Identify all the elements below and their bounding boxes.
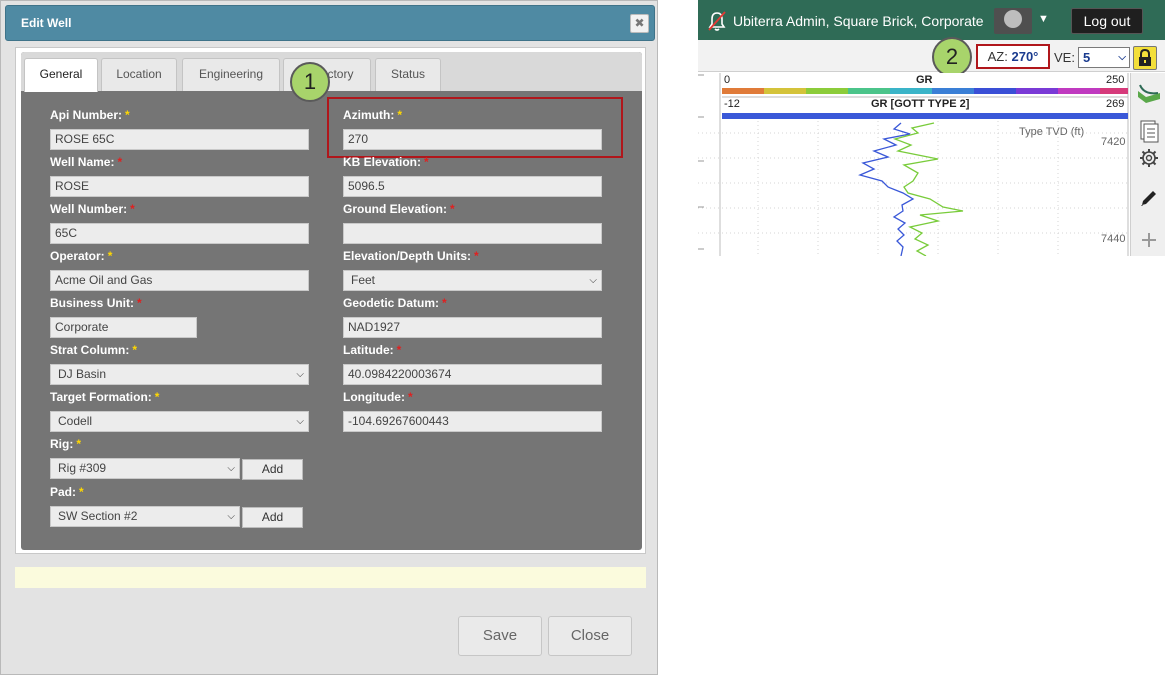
- type-tvd-label: Type TVD (ft): [1019, 126, 1085, 138]
- latitude-field[interactable]: 40.0984220003674: [343, 364, 602, 385]
- chevron-down-icon: ⌵: [296, 416, 304, 427]
- caret-down-icon[interactable]: ▼: [1038, 13, 1049, 25]
- elevation-depth-units-label: Elevation/Depth Units: *: [343, 249, 479, 263]
- az-value: 270°: [1011, 49, 1039, 64]
- gr-max: 250: [1106, 74, 1125, 86]
- callout-1: 1: [290, 62, 330, 102]
- save-button[interactable]: Save: [458, 616, 542, 656]
- strat-column-label: Strat Column: *: [50, 343, 138, 357]
- geodetic-datum-field[interactable]: NAD1927: [343, 317, 602, 338]
- az-label: AZ:: [987, 49, 1008, 64]
- logout-button[interactable]: Log out: [1071, 8, 1143, 34]
- operator-field[interactable]: Acme Oil and Gas: [50, 270, 309, 291]
- well-name-field[interactable]: ROSE: [50, 176, 309, 197]
- dialog-title: Edit Well: [21, 16, 72, 30]
- app-header: Ubiterra Admin, Square Brick, Corporate …: [698, 0, 1165, 40]
- elevation-depth-units-select[interactable]: Feet ⌵: [343, 270, 602, 291]
- well-name-label: Well Name: *: [50, 155, 123, 169]
- user-info: Ubiterra Admin, Square Brick, Corporate: [733, 13, 984, 29]
- depth-tick: 7420: [1101, 136, 1126, 148]
- chevron-down-icon: ⌵: [1118, 52, 1126, 63]
- tab-strip: General Location Engineering Trajectory …: [21, 52, 642, 92]
- pad-label: Pad: *: [50, 485, 84, 499]
- message-bar: [15, 567, 646, 588]
- target-formation-value: Codell: [58, 414, 93, 428]
- strat-column-select[interactable]: DJ Basin ⌵: [50, 364, 309, 385]
- rig-select[interactable]: Rig #309 ⌵: [50, 458, 240, 479]
- chevron-down-icon: ⌵: [227, 463, 235, 474]
- app-panel: Ubiterra Admin, Square Brick, Corporate …: [698, 0, 1165, 257]
- well-number-label: Well Number: *: [50, 202, 135, 216]
- longitude-label: Longitude: *: [343, 390, 413, 404]
- gr-name: GR: [916, 74, 933, 86]
- plus-icon[interactable]: [1139, 230, 1159, 250]
- api-number-field[interactable]: ROSE 65C: [50, 129, 309, 150]
- rig-label: Rig: *: [50, 437, 81, 451]
- avatar[interactable]: ▼: [994, 8, 1049, 34]
- strat-column-value: DJ Basin: [58, 367, 107, 381]
- kb-elevation-label: KB Elevation: *: [343, 155, 429, 169]
- depth-tick: 7440: [1101, 233, 1126, 245]
- chevron-down-icon: ⌵: [589, 275, 597, 286]
- well-number-field[interactable]: 65C: [50, 223, 309, 244]
- gr-min: 0: [724, 74, 731, 86]
- side-tool-strip: [1130, 73, 1165, 256]
- user-icon: [1004, 10, 1022, 28]
- tab-location[interactable]: Location: [101, 58, 177, 91]
- rig-value: Rig #309: [58, 461, 107, 475]
- operator-label: Operator: *: [50, 249, 113, 263]
- longitude-field[interactable]: -104.69267600443: [343, 411, 602, 432]
- ve-label: VE:: [1054, 50, 1075, 65]
- add-rig-button[interactable]: Add: [242, 459, 303, 480]
- chevron-down-icon: ⌵: [227, 511, 235, 522]
- tab-general[interactable]: General: [24, 58, 98, 92]
- chevron-down-icon: ⌵: [296, 369, 304, 380]
- log-track-area[interactable]: 0 GR 250 -12 GR [GOTT TYPE 2] 269 Type T…: [698, 73, 1130, 257]
- gr-gott-max: 269: [1106, 98, 1125, 110]
- business-unit-label: Business Unit: *: [50, 296, 142, 310]
- pad-select[interactable]: SW Section #2 ⌵: [50, 506, 240, 527]
- close-icon[interactable]: ✖: [630, 14, 649, 33]
- dialog-titlebar[interactable]: Edit Well ✖: [5, 5, 655, 41]
- business-unit-field[interactable]: Corporate: [50, 317, 197, 338]
- lock-button[interactable]: [1133, 46, 1157, 70]
- azimuth-highlight: [327, 97, 623, 158]
- kb-elevation-field[interactable]: 5096.5: [343, 176, 602, 197]
- pencil-icon[interactable]: [1138, 187, 1160, 209]
- api-number-label: Api Number: *: [50, 108, 130, 122]
- view-toolbar: 2 AZ: 270° VE: 5 ⌵: [698, 37, 1165, 77]
- bell-muted-icon[interactable]: [707, 10, 727, 32]
- trajectory-icon[interactable]: [1136, 81, 1162, 105]
- tab-status[interactable]: Status: [375, 58, 441, 91]
- azimuth-readout: AZ: 270°: [976, 44, 1050, 69]
- ve-value: 5: [1083, 50, 1091, 65]
- close-button[interactable]: Close: [548, 616, 632, 656]
- ground-elevation-field[interactable]: [343, 223, 602, 244]
- elevation-depth-units-value: Feet: [351, 273, 376, 287]
- lock-icon: [1139, 48, 1151, 66]
- ve-select[interactable]: 5 ⌵: [1078, 47, 1130, 68]
- gear-icon[interactable]: [1138, 147, 1160, 169]
- geodetic-datum-label: Geodetic Datum: *: [343, 296, 447, 310]
- target-formation-label: Target Formation: *: [50, 390, 160, 404]
- callout-2: 2: [932, 37, 972, 77]
- add-pad-button[interactable]: Add: [242, 507, 303, 528]
- ground-elevation-label: Ground Elevation: *: [343, 202, 455, 216]
- latitude-label: Latitude: *: [343, 343, 402, 357]
- gr-gott-name: GR [GOTT TYPE 2]: [871, 98, 970, 110]
- tab-engineering[interactable]: Engineering: [182, 58, 280, 91]
- gr-gott-min: -12: [724, 98, 740, 110]
- pad-value: SW Section #2: [58, 509, 138, 523]
- clipboard-icon[interactable]: [1138, 119, 1160, 143]
- target-formation-select[interactable]: Codell ⌵: [50, 411, 309, 432]
- edit-well-dialog: Edit Well ✖ General Location Engineering…: [0, 0, 658, 675]
